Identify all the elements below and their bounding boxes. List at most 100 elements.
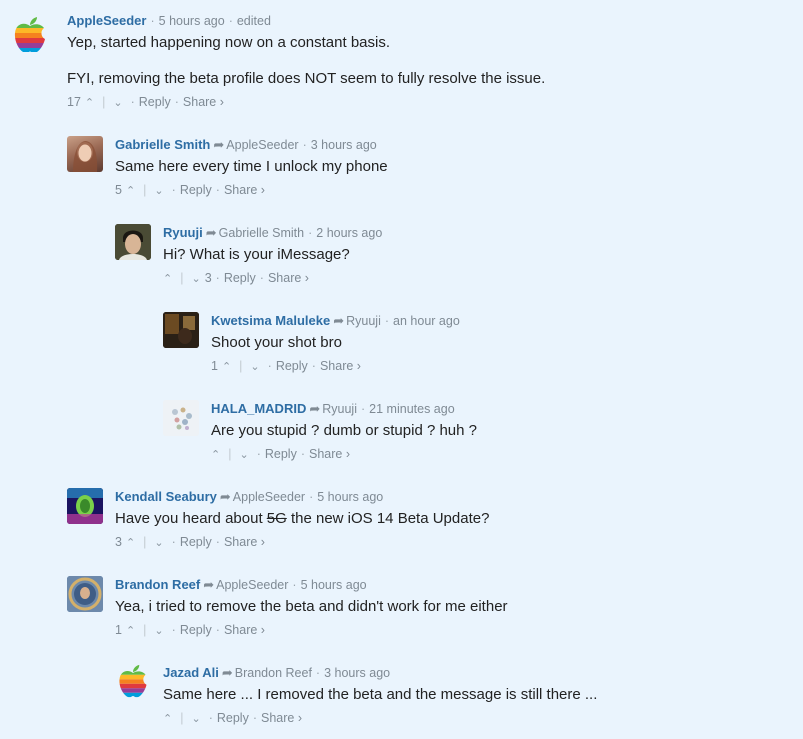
avatar[interactable] (67, 576, 103, 612)
reply-to-name[interactable]: AppleSeeder (226, 138, 298, 152)
comment-text: Have you heard about 5G the new iOS 14 B… (115, 510, 490, 527)
downvote-icon[interactable]: ⌄ (250, 357, 259, 377)
upvote-icon[interactable]: ⌃ (126, 181, 135, 201)
author-name[interactable]: Brandon Reef (115, 577, 200, 592)
reply-button[interactable]: Reply (139, 92, 171, 112)
reply-button[interactable]: Reply (180, 180, 212, 200)
comment-text: Yep, started happening now on a constant… (67, 34, 546, 87)
timestamp[interactable]: 5 hours ago (317, 490, 383, 504)
downvote-icon[interactable]: ⌄ (191, 709, 200, 729)
comment-actions: 5 ⌃ | ⌄ · Reply · Share › (115, 180, 388, 200)
reply-to-name[interactable]: AppleSeeder (216, 578, 288, 592)
comment-meta: Gabrielle Smith ➦ AppleSeeder · 3 hours ago (115, 137, 377, 152)
upvote-icon[interactable]: ⌃ (222, 357, 231, 377)
reply-arrow-icon: ➦ (309, 401, 321, 416)
avatar[interactable] (163, 400, 199, 436)
apple-rainbow-logo-icon (14, 17, 46, 52)
upvote-icon[interactable]: ⌃ (163, 709, 172, 729)
share-button[interactable]: Share › (224, 620, 265, 640)
comment-meta: Jazad Ali ➦ Brandon Reef · 3 hours ago (163, 665, 391, 680)
reply-arrow-icon: ➦ (219, 489, 231, 504)
share-button[interactable]: Share › (183, 92, 224, 112)
reply-to-name[interactable]: Ryuuji (346, 314, 381, 328)
avatar[interactable] (67, 136, 103, 172)
author-name[interactable]: Kwetsima Maluleke (211, 313, 330, 328)
reply-arrow-icon: ➦ (333, 313, 345, 328)
comment-body: HALA_MADRID ➦ Ryuuji · 21 minutes ago Are yo… (211, 400, 477, 464)
timestamp[interactable]: 2 hours ago (316, 226, 382, 240)
comment-body: AppleSeeder · 5 hours ago · edited Yep, star… (67, 12, 545, 112)
reply-button[interactable]: Reply (276, 356, 308, 376)
share-button[interactable]: Share › (224, 532, 265, 552)
author-name[interactable]: Gabrielle Smith (115, 137, 210, 152)
author-name[interactable]: Ryuuji (163, 225, 203, 240)
avatar-image (73, 141, 98, 172)
reply-arrow-icon: ➦ (205, 225, 217, 240)
share-button[interactable]: Share › (309, 444, 350, 464)
comment-text: Same here every time I unlock my phone (115, 158, 388, 175)
author-name[interactable]: AppleSeeder (67, 13, 146, 28)
upvote-count: 3 (115, 535, 122, 549)
comment-text: Same here ... I removed the beta and the… (163, 686, 598, 703)
reply-button[interactable]: Reply (180, 532, 212, 552)
reply-arrow-icon: ➦ (203, 577, 215, 592)
share-button[interactable]: Share › (320, 356, 361, 376)
downvote-icon[interactable]: ⌄ (191, 269, 200, 289)
upvote-count: 17 (67, 95, 81, 109)
upvote-count: 5 (115, 183, 122, 197)
share-button[interactable]: Share › (261, 708, 302, 728)
comment-actions: 3 ⌃ | ⌄ · Reply · Share › (115, 532, 489, 552)
comment-meta: Ryuuji ➦ Gabrielle Smith · 2 hours ago (163, 225, 383, 240)
reply-button[interactable]: Reply (224, 268, 256, 288)
timestamp[interactable]: 21 minutes ago (369, 402, 454, 416)
comment-meta: Kwetsima Maluleke ➦ Ryuuji · an hour ago (211, 313, 460, 328)
reply-button[interactable]: Reply (217, 708, 249, 728)
downvote-count: 3 (204, 271, 212, 285)
avatar[interactable] (12, 16, 48, 52)
timestamp[interactable]: 5 hours ago (301, 578, 367, 592)
avatar[interactable] (163, 312, 199, 348)
upvote-icon[interactable]: ⌃ (126, 533, 135, 553)
avatar[interactable] (115, 664, 151, 700)
reply-to-name[interactable]: Brandon Reef (235, 666, 312, 680)
comment-actions: ⌃ | ⌄ · Reply · Share › (163, 708, 597, 728)
comment-body: Jazad Ali ➦ Brandon Reef · 3 hours ago Same … (163, 664, 597, 728)
avatar[interactable] (115, 224, 151, 260)
author-name[interactable]: Jazad Ali (163, 665, 219, 680)
timestamp[interactable]: 3 hours ago (311, 138, 377, 152)
upvote-icon[interactable]: ⌃ (163, 269, 172, 289)
avatar-image (163, 312, 199, 348)
upvote-icon[interactable]: ⌃ (211, 445, 220, 465)
reply-button[interactable]: Reply (265, 444, 297, 464)
comment-body: Ryuuji ➦ Gabrielle Smith · 2 hours ago Hi? W… (163, 224, 382, 288)
upvote-icon[interactable]: ⌃ (126, 621, 135, 641)
downvote-icon[interactable]: ⌄ (154, 533, 163, 553)
reply-to-name[interactable]: AppleSeeder (233, 490, 305, 504)
downvote-icon[interactable]: ⌄ (113, 93, 122, 113)
avatar[interactable] (67, 488, 103, 524)
comment-actions: ⌃ | ⌄ 3 · Reply · Share › (163, 268, 382, 288)
timestamp[interactable]: an hour ago (393, 314, 460, 328)
author-name[interactable]: HALA_MADRID (211, 401, 306, 416)
comment-meta: HALA_MADRID ➦ Ryuuji · 21 minutes ago (211, 401, 455, 416)
comment-meta: Brandon Reef ➦ AppleSeeder · 5 hours ago (115, 577, 367, 592)
downvote-icon[interactable]: ⌄ (239, 445, 248, 465)
upvote-icon[interactable]: ⌃ (85, 93, 94, 113)
avatar-image (163, 400, 199, 436)
reply-arrow-icon: ➦ (213, 137, 225, 152)
downvote-icon[interactable]: ⌄ (154, 621, 163, 641)
reply-to-name[interactable]: Gabrielle Smith (219, 226, 304, 240)
comment-text: Yea, i tried to remove the beta and didn… (115, 598, 508, 615)
upvote-count: 1 (115, 623, 122, 637)
reply-to-name[interactable]: Ryuuji (322, 402, 357, 416)
timestamp[interactable]: 3 hours ago (324, 666, 390, 680)
share-button[interactable]: Share › (268, 268, 309, 288)
comment-text: Are you stupid ? dumb or stupid ? huh ? (211, 422, 478, 439)
share-button[interactable]: Share › (224, 180, 265, 200)
author-name[interactable]: Kendall Seabury (115, 489, 217, 504)
timestamp[interactable]: 5 hours ago (159, 14, 225, 28)
downvote-icon[interactable]: ⌄ (154, 181, 163, 201)
comment-actions: 1 ⌃ | ⌄ · Reply · Share › (115, 620, 508, 640)
reply-button[interactable]: Reply (180, 620, 212, 640)
avatar-image (115, 224, 151, 260)
